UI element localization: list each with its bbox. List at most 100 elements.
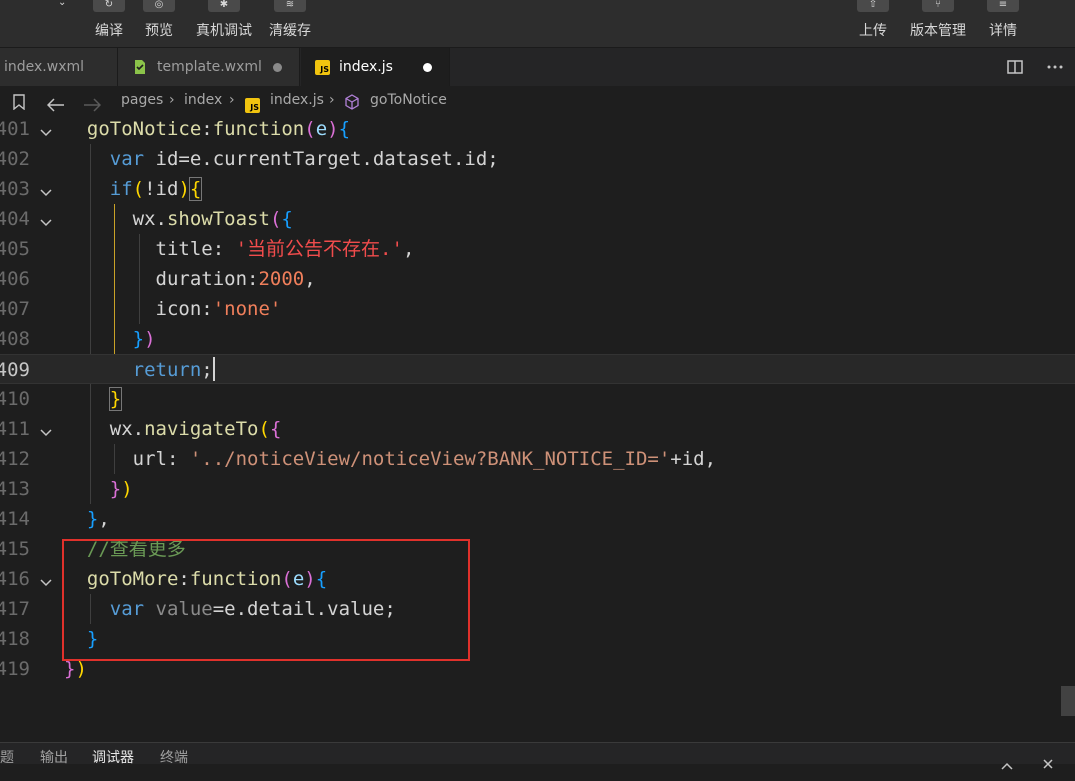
chevron-right-icon: › <box>229 92 235 108</box>
number: 2000 <box>258 268 305 290</box>
editor-tabs: index.wxml template.wxml JS index.js <box>0 48 1075 86</box>
tab-label: index.js <box>339 59 393 75</box>
toolbar-dropdown-icon[interactable]: ⌄ <box>58 0 78 10</box>
code-text: wx.showToast({ <box>64 204 293 234</box>
split-editor-icon[interactable] <box>995 48 1035 86</box>
paren: ( <box>269 208 282 230</box>
brace: } <box>108 387 123 411</box>
line-number: 405 <box>0 238 30 260</box>
code-line: 403 if(!id){ <box>0 174 1075 204</box>
unsaved-dot[interactable] <box>423 63 432 72</box>
tab-terminal[interactable]: 终端 <box>160 743 188 773</box>
tab-template-wxml[interactable]: template.wxml <box>118 48 300 86</box>
string: 'none' <box>212 298 282 320</box>
punct: . <box>132 418 145 440</box>
punct: , <box>402 238 415 260</box>
bug-icon: ✱ <box>208 0 240 12</box>
version-control-label: 版本管理 <box>910 23 966 39</box>
bottom-panel-tabs: 问题 输出 调试器 终端 <box>0 742 1075 770</box>
paren: ) <box>144 328 156 350</box>
keyword: if <box>109 178 133 200</box>
brace: { <box>188 177 203 201</box>
remote-debug-button[interactable]: ✱ 真机调试 <box>193 0 255 40</box>
upload-button[interactable]: ⇧ 上传 <box>856 0 890 40</box>
line-number: 413 <box>0 478 30 500</box>
paren: ) <box>121 478 133 500</box>
function-call: navigateTo <box>144 418 259 440</box>
punct: , <box>304 268 316 290</box>
remote-debug-label: 真机调试 <box>196 23 252 39</box>
clear-cache-button[interactable]: ≋ 清缓存 <box>266 0 314 40</box>
paren: ) <box>178 178 190 200</box>
fold-chevron-icon[interactable] <box>40 122 52 141</box>
method-name: goToNotice <box>86 118 202 140</box>
code-text: return; <box>64 355 215 385</box>
tab-problems[interactable]: 问题 <box>0 743 14 773</box>
line-number: 403 <box>0 178 30 200</box>
tab-index-wxml[interactable]: index.wxml <box>0 48 118 86</box>
keyword: function <box>212 118 305 140</box>
punct: . <box>155 208 167 230</box>
tab-debugger[interactable]: 调试器 <box>92 743 134 773</box>
code-line: 401 goToNotice:function(e){ <box>0 114 1075 144</box>
code-text: }) <box>64 324 156 354</box>
tab-output[interactable]: 输出 <box>40 743 68 773</box>
wxml-file-icon <box>132 59 148 75</box>
line-number: 407 <box>0 298 30 320</box>
line-number: 412 <box>0 448 30 470</box>
breadcrumb-item-symbol[interactable]: goToNotice <box>370 86 447 114</box>
paren: ( <box>258 418 270 440</box>
breadcrumb-item-file[interactable]: index.js <box>270 86 324 114</box>
code-text: title: '当前公告不存在.', <box>64 234 415 264</box>
code-text: url: '../noticeView/noticeView?BANK_NOTI… <box>64 444 716 474</box>
code-line: 402 var id=e.currentTarget.dataset.id; <box>0 144 1075 174</box>
code-text: }) <box>64 474 133 504</box>
line-number: 401 <box>0 118 30 140</box>
brace: } <box>64 658 76 680</box>
version-control-button[interactable]: ⑂ 版本管理 <box>907 0 969 40</box>
line-number: 419 <box>0 658 30 680</box>
line-number: 417 <box>0 598 30 620</box>
brace: } <box>109 478 122 500</box>
toolbar: ⌄ ↻ 编译 ◎ 预览 ✱ 真机调试 ≋ 清缓存 ⇧ 上传 ⑂ 版本管理 ≡ 详… <box>0 0 1075 48</box>
fold-chevron-icon[interactable] <box>40 572 52 591</box>
paren: ) <box>75 658 87 680</box>
code-rest: +id, <box>670 448 717 470</box>
code-line: 412 url: '../noticeView/noticeView?BANK_… <box>0 444 1075 474</box>
more-actions-icon[interactable] <box>1035 48 1075 86</box>
code-text: } <box>64 384 123 414</box>
close-icon[interactable] <box>1043 750 1053 780</box>
brace: } <box>132 328 145 350</box>
upload-label: 上传 <box>859 23 887 39</box>
code-text: icon:'none' <box>64 294 282 324</box>
code-line: 404 wx.showToast({ <box>0 204 1075 234</box>
punct: : <box>166 448 190 470</box>
line-number: 404 <box>0 208 30 230</box>
fold-chevron-icon[interactable] <box>40 422 52 441</box>
breadcrumb-item-index[interactable]: index <box>184 86 222 114</box>
tab-label: template.wxml <box>157 59 262 75</box>
code-rest: !id <box>144 178 179 200</box>
compile-button[interactable]: ↻ 编译 <box>92 0 126 40</box>
line-number: 416 <box>0 568 30 590</box>
code-text: var id=e.currentTarget.dataset.id; <box>64 144 499 174</box>
keyword: var <box>109 148 145 170</box>
line-number: 411 <box>0 418 30 440</box>
fold-chevron-icon[interactable] <box>40 182 52 201</box>
scrollbar-thumb[interactable] <box>1061 686 1075 716</box>
breadcrumb-item-pages[interactable]: pages <box>121 86 163 114</box>
preview-button[interactable]: ◎ 预览 <box>142 0 176 40</box>
tab-index-js[interactable]: JS index.js <box>301 48 450 86</box>
property-key: title <box>155 238 213 260</box>
chevron-up-icon[interactable] <box>1001 751 1013 781</box>
details-button[interactable]: ≡ 详情 <box>986 0 1020 40</box>
preview-icon: ◎ <box>143 0 175 12</box>
string: '当前公告不存在.' <box>235 238 403 260</box>
branch-icon: ⑂ <box>922 0 954 12</box>
brace: { <box>338 118 351 140</box>
property-key: duration <box>155 268 248 290</box>
fold-chevron-icon[interactable] <box>40 212 52 231</box>
code-rest: id=e.currentTarget.dataset.id; <box>144 148 499 170</box>
code-editor[interactable]: 401 goToNotice:function(e){ 402 var id=e… <box>0 114 1075 742</box>
object: wx <box>132 208 156 230</box>
